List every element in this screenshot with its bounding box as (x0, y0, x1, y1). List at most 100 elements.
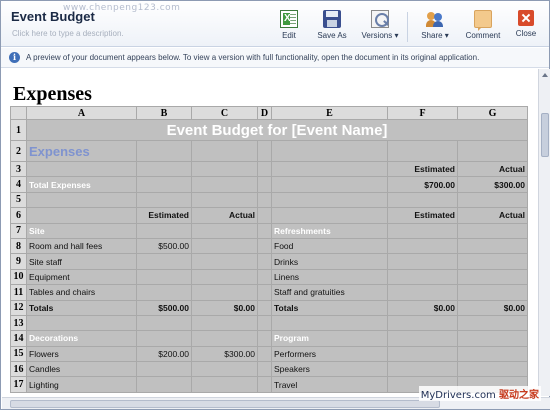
cell[interactable] (271, 191, 388, 209)
cell[interactable] (136, 253, 192, 270)
cell[interactable] (136, 176, 192, 193)
cell[interactable]: Refreshments (271, 222, 388, 239)
row-header[interactable]: 4 (10, 176, 27, 193)
vertical-scrollbar[interactable] (538, 69, 550, 396)
row-header[interactable]: 16 (10, 361, 27, 378)
cell[interactable] (271, 207, 388, 224)
row-header[interactable]: 13 (10, 314, 27, 332)
cell[interactable]: Totals (271, 299, 388, 316)
cell[interactable]: $700.00 (387, 176, 458, 193)
vertical-scroll-thumb[interactable] (541, 113, 549, 157)
cell[interactable]: Food (271, 237, 388, 255)
cell[interactable] (191, 268, 258, 286)
scroll-up-arrow-icon[interactable] (542, 73, 548, 77)
row-header[interactable]: 3 (10, 160, 27, 178)
cell[interactable] (457, 284, 528, 301)
cell[interactable] (457, 237, 528, 255)
cell[interactable] (191, 284, 258, 301)
expenses-subtitle-cell[interactable]: Expenses (26, 140, 137, 162)
row-header[interactable]: 9 (10, 253, 27, 270)
cell[interactable]: Actual (191, 207, 258, 224)
cell[interactable] (191, 330, 258, 347)
cell[interactable]: Estimated (387, 207, 458, 224)
row-header[interactable]: 12 (10, 299, 27, 316)
save-as-button[interactable]: Save As (308, 10, 356, 44)
cell[interactable] (271, 140, 388, 162)
cell[interactable] (387, 284, 458, 301)
horizontal-scroll-thumb[interactable] (10, 400, 440, 408)
cell[interactable] (387, 191, 458, 209)
share-button[interactable]: Share ▾ (411, 10, 459, 44)
cell[interactable]: Room and hall fees (26, 237, 137, 255)
cell[interactable] (191, 237, 258, 255)
cell[interactable] (457, 222, 528, 239)
cell[interactable] (387, 253, 458, 270)
cell[interactable] (136, 268, 192, 286)
column-header[interactable]: B (136, 106, 192, 120)
cell[interactable] (271, 176, 388, 193)
row-header[interactable]: 14 (10, 330, 27, 347)
cell[interactable]: Travel (271, 376, 388, 393)
cell[interactable]: Estimated (387, 160, 458, 178)
cell[interactable]: Performers (271, 345, 388, 363)
cell[interactable] (457, 345, 528, 363)
cell[interactable]: Actual (457, 207, 528, 224)
cell[interactable] (257, 140, 272, 162)
cell[interactable]: $500.00 (136, 237, 192, 255)
cell[interactable]: Staff and gratuities (271, 284, 388, 301)
cell[interactable] (191, 361, 258, 378)
cell[interactable] (26, 314, 137, 332)
row-header[interactable]: 6 (10, 207, 27, 224)
column-header[interactable]: C (191, 106, 258, 120)
cell[interactable]: $0.00 (387, 299, 458, 316)
column-header[interactable]: A (26, 106, 137, 120)
cell[interactable]: $300.00 (457, 176, 528, 193)
cell[interactable]: Tables and chairs (26, 284, 137, 301)
cell[interactable] (457, 314, 528, 332)
cell[interactable] (136, 140, 192, 162)
cell[interactable]: $0.00 (191, 299, 258, 316)
cell[interactable] (191, 140, 258, 162)
cell[interactable]: $500.00 (136, 299, 192, 316)
column-header[interactable]: D (257, 106, 272, 120)
cell[interactable] (387, 361, 458, 378)
cell[interactable] (387, 268, 458, 286)
cell[interactable]: Decorations (26, 330, 137, 347)
row-header[interactable]: 10 (10, 268, 27, 286)
cell[interactable]: Totals (26, 299, 137, 316)
description-field[interactable]: Click here to type a description. (12, 29, 124, 38)
cell[interactable] (136, 330, 192, 347)
cell[interactable] (257, 361, 272, 378)
row-header[interactable]: 2 (10, 140, 27, 162)
cell[interactable] (136, 222, 192, 239)
cell[interactable] (257, 345, 272, 363)
cell[interactable] (387, 237, 458, 255)
cell[interactable] (457, 140, 528, 162)
cell[interactable] (257, 314, 272, 332)
cell[interactable]: Equipment (26, 268, 137, 286)
cell[interactable]: $300.00 (191, 345, 258, 363)
cell[interactable] (136, 284, 192, 301)
row-header[interactable]: 17 (10, 376, 27, 393)
row-header[interactable]: 15 (10, 345, 27, 363)
versions-button[interactable]: Versions ▾ (356, 10, 404, 44)
cell[interactable] (387, 330, 458, 347)
cell[interactable]: Total Expenses (26, 176, 137, 193)
sheet-title-cell[interactable]: Event Budget for [Event Name] (26, 119, 528, 141)
row-header[interactable]: 7 (10, 222, 27, 239)
cell[interactable] (257, 237, 272, 255)
cell[interactable] (26, 207, 137, 224)
cell[interactable] (257, 299, 272, 316)
cell[interactable]: $0.00 (457, 299, 528, 316)
cell[interactable] (271, 160, 388, 178)
cell[interactable] (457, 253, 528, 270)
cell[interactable]: $200.00 (136, 345, 192, 363)
cell[interactable]: Linens (271, 268, 388, 286)
cell[interactable] (257, 191, 272, 209)
cell[interactable] (257, 376, 272, 393)
cell[interactable] (257, 330, 272, 347)
cell[interactable]: Program (271, 330, 388, 347)
cell[interactable] (136, 376, 192, 393)
cell[interactable] (136, 361, 192, 378)
cell[interactable] (136, 314, 192, 332)
